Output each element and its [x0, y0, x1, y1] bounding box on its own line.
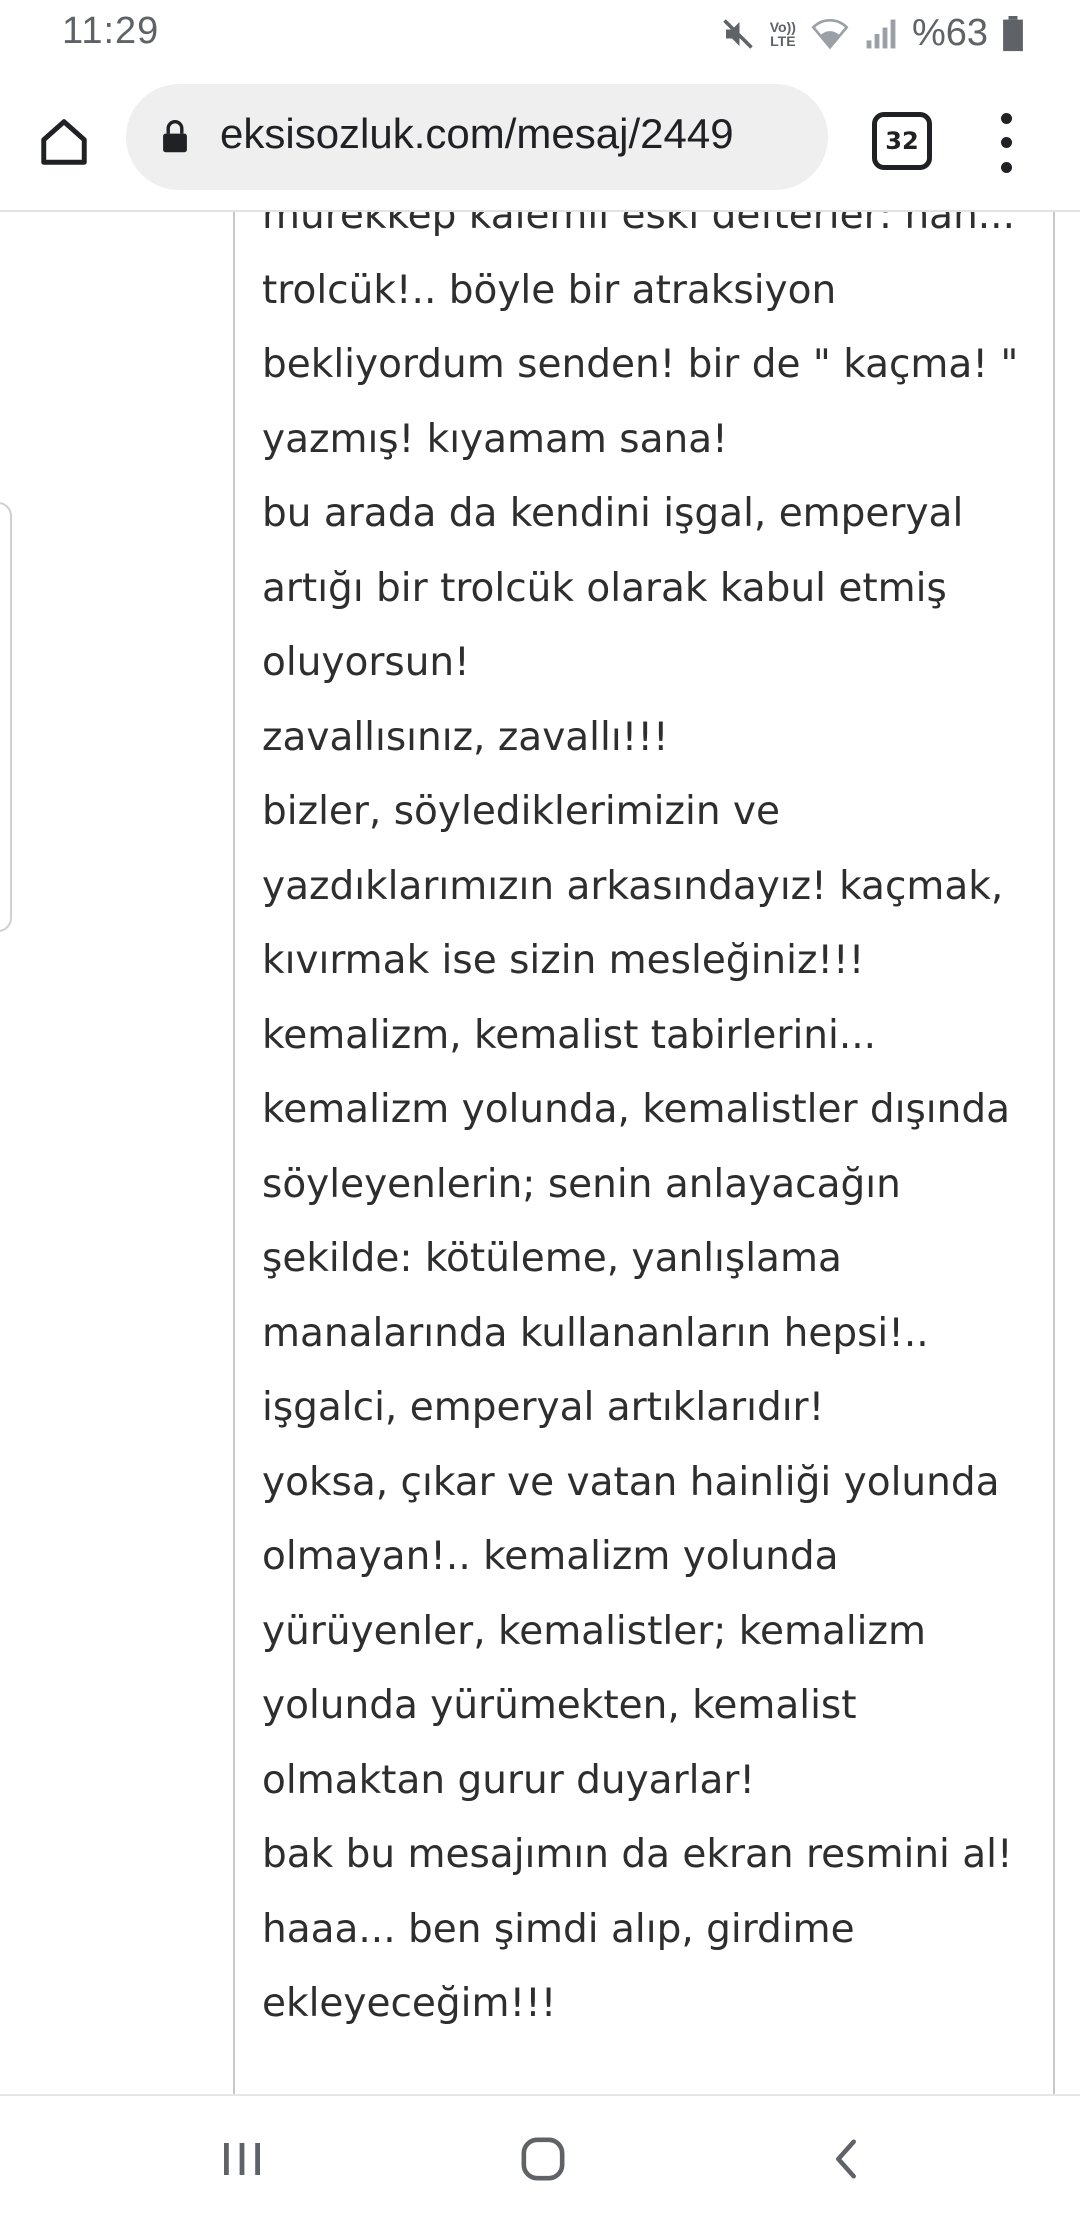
- message-line: olmayan!.. kemalizm yolunda: [262, 1534, 839, 1579]
- message-line: yazdıklarımızın arkasındayız! kaçmak,: [262, 863, 1004, 909]
- page-content[interactable]: mürekkep kalemli eski defterler: han... t…: [0, 212, 1080, 2094]
- status-icons: Vo)) LTE %63: [720, 12, 1024, 55]
- tab-switcher-button[interactable]: 32: [872, 112, 932, 170]
- volte-icon: Vo)) LTE: [770, 20, 796, 48]
- back-icon: [836, 2139, 856, 2179]
- message-line: trolcük!.. böyle bir atraksiyon: [262, 267, 837, 313]
- message-line: yazmış! kıyamam sana!: [262, 416, 728, 462]
- address-bar[interactable]: eksisozluk.com/mesaj/2449: [126, 84, 828, 190]
- more-menu-icon-dot: [1000, 112, 1012, 124]
- volte-label-bottom: LTE: [770, 32, 796, 49]
- system-nav-bar: [0, 2094, 1080, 2220]
- mute-icon: [720, 16, 756, 52]
- message-line: kemalizm, kemalist tabirlerini...: [262, 1012, 877, 1058]
- message-line: oluyorsun!: [262, 640, 470, 685]
- message-line: zavallısınız, zavallı!!!: [262, 714, 669, 760]
- signal-icon: [864, 18, 898, 50]
- status-bar: 11:29 Vo)) LTE %63: [0, 0, 1080, 66]
- home-nav-icon: [521, 2137, 565, 2181]
- url-text: eksisozluk.com/mesaj/2449: [220, 110, 734, 157]
- message-line: işgalci, emperyal artıklarıdır!: [262, 1385, 825, 1430]
- message-line: söyleyenlerin; senin anlayacağın: [262, 1161, 901, 1207]
- message-line: şekilde: kötüleme, yanlışlama: [262, 1236, 842, 1281]
- back-button[interactable]: [806, 2126, 886, 2192]
- message-line: kemalizm yolunda, kemalistler dışında: [262, 1087, 1011, 1132]
- message-line: yürüyenler, kemalistler; kemalizm: [262, 1608, 926, 1654]
- more-menu-button[interactable]: [978, 106, 1034, 180]
- message-line: bizler, söylediklerimizin ve: [262, 789, 781, 834]
- message-line: bekliyordum senden! bir de " kaçma! ": [262, 342, 1019, 387]
- message-line: yolunda yürümekten, kemalist: [262, 1683, 857, 1728]
- message-line: yoksa, çıkar ve vatan hainliği yolunda: [262, 1459, 1000, 1505]
- message-line: olmaktan gurur duyarlar!: [262, 1757, 756, 1803]
- side-panel-edge[interactable]: [0, 502, 12, 932]
- battery-percent: %63: [911, 12, 988, 54]
- message-line: artığı bir trolcük olarak kabul etmiş: [262, 565, 947, 611]
- browser-toolbar: eksisozluk.com/mesaj/2449 32: [0, 66, 1080, 212]
- message-line: ekleyeceğim!!!: [262, 1981, 557, 2026]
- message-line: mürekkep kalemli eski defterler: han...: [262, 212, 1015, 238]
- message-line: manalarında kullananların hepsi!..: [262, 1310, 929, 1356]
- lock-icon: [163, 120, 187, 153]
- message-line: bu arada da kendini işgal, emperyal: [262, 491, 964, 536]
- more-menu-icon-dot: [1000, 137, 1012, 149]
- home-button[interactable]: [28, 106, 100, 178]
- more-menu-icon-dot: [1000, 162, 1012, 174]
- home-nav-button[interactable]: [503, 2126, 583, 2192]
- volte-label-top: Vo)): [769, 18, 796, 35]
- message-line: bak bu mesajımın da ekran resmini al!: [262, 1832, 1013, 1877]
- status-time: 11:29: [62, 10, 160, 52]
- recent-apps-button[interactable]: [202, 2126, 282, 2192]
- home-icon: [41, 119, 87, 165]
- wifi-icon: [810, 17, 850, 51]
- message-line: kıvırmak ise sizin mesleğiniz!!!: [262, 938, 865, 983]
- message-line: haaa... ben şimdi alıp, girdime: [262, 1906, 855, 1952]
- message-body: mürekkep kalemli eski defterler: han... t…: [262, 212, 1032, 2042]
- tab-count: 32: [885, 127, 919, 155]
- recent-apps-icon: [224, 2143, 260, 2175]
- battery-icon: [1002, 15, 1024, 52]
